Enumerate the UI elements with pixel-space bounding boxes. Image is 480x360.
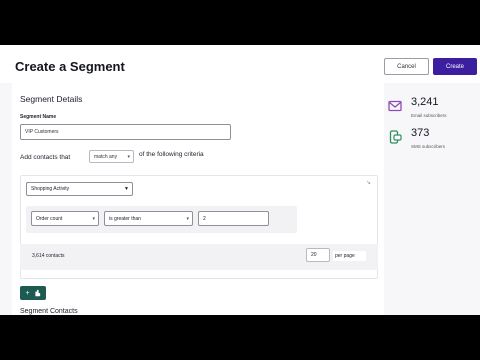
contacts-count: 3,614 contacts — [32, 253, 65, 259]
segment-contacts-heading: Segment Contacts — [20, 308, 78, 315]
email-subscriber-caption: Email subscribers — [411, 113, 447, 118]
page-title: Create a Segment — [15, 59, 125, 74]
rule-operator-select[interactable]: is greater than ▾ — [104, 211, 193, 226]
add-criteria-button[interactable]: + — [20, 286, 46, 300]
email-stat: 3,241 Email subscribers — [388, 96, 447, 118]
activity-type-value: Shopping Activity — [31, 186, 70, 192]
chevron-down-icon: ▾ — [92, 215, 95, 222]
page-header: Create a Segment Cancel Create — [0, 45, 480, 83]
chevron-down-icon: ▾ — [186, 215, 189, 222]
criteria-rule-row: Order count ▾ is greater than ▾ 2 — [26, 206, 297, 233]
caret-down-icon: ▼ — [124, 186, 129, 192]
remove-group-icon[interactable]: ↘ — [366, 179, 371, 186]
match-mode-select[interactable]: match any ▾ — [89, 150, 134, 163]
rule-value-input[interactable]: 2 — [198, 211, 269, 226]
contacts-toolbar: 3,614 contacts 20 per page — [20, 244, 378, 270]
sms-subscriber-count: 373 — [411, 127, 430, 139]
hand-pointer-icon — [34, 289, 40, 297]
plus-icon: + — [25, 289, 30, 297]
criteria-suffix-text: of the following criteria — [139, 151, 204, 158]
segment-form-panel: Segment Details Segment Name VIP Custome… — [12, 83, 384, 315]
per-page-label: per page — [333, 251, 366, 261]
segment-details-heading: Segment Details — [20, 94, 83, 104]
bottom-letterbox — [0, 315, 480, 360]
envelope-icon — [388, 100, 402, 112]
rule-field-select[interactable]: Order count ▾ — [31, 211, 99, 226]
rule-operator-value: is greater than — [109, 215, 141, 222]
segment-name-label: Segment Name — [20, 114, 57, 120]
top-letterbox — [0, 0, 480, 45]
cancel-button[interactable]: Cancel — [384, 58, 429, 75]
per-page-select[interactable]: 20 — [306, 248, 330, 262]
segment-editor-page: Create a Segment Cancel Create Segment D… — [0, 45, 480, 315]
subscriber-stats: 3,241 Email subscribers 373 SMS subscrib… — [384, 83, 480, 315]
criteria-prefix-text: Add contacts that — [20, 153, 71, 161]
create-button[interactable]: Create — [433, 58, 477, 75]
sms-phone-icon — [389, 130, 402, 144]
match-mode-value: match any — [94, 153, 118, 160]
email-subscriber-count: 3,241 — [411, 96, 439, 108]
segment-name-input[interactable]: VIP Customers — [20, 124, 231, 140]
activity-type-select[interactable]: Shopping Activity ▼ — [26, 182, 133, 196]
sms-subscriber-caption: SMS subscribers — [411, 144, 446, 149]
rule-field-value: Order count — [36, 215, 63, 222]
sms-stat: 373 SMS subscribers — [388, 127, 445, 149]
chevron-down-icon: ▾ — [127, 153, 130, 160]
